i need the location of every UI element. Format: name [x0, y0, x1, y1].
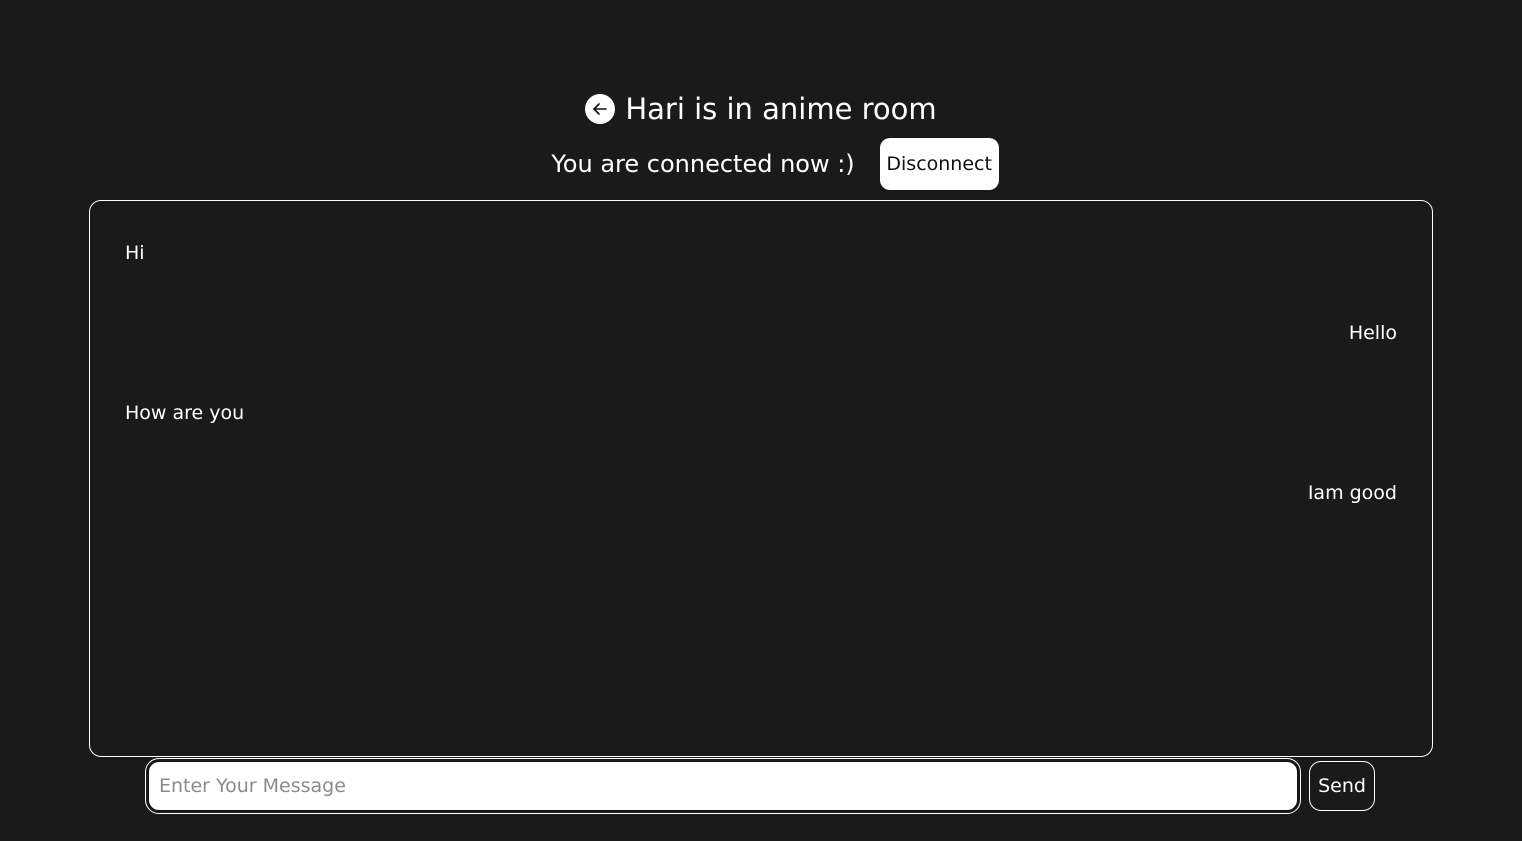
message-composer: Send — [145, 758, 1377, 814]
send-button[interactable]: Send — [1309, 761, 1375, 811]
message-list[interactable]: Hi Hello How are you Iam good — [89, 200, 1433, 757]
message-item: How are you — [125, 402, 245, 424]
message-input[interactable] — [148, 761, 1298, 811]
room-header: Hari is in anime room — [0, 86, 1522, 132]
chat-page: Hari is in anime room You are connected … — [0, 0, 1522, 841]
message-item: Hello — [1348, 322, 1397, 344]
message-item: Iam good — [1307, 482, 1397, 504]
connection-status: You are connected now :) — [551, 150, 855, 178]
back-button[interactable] — [585, 94, 616, 124]
disconnect-button[interactable]: Disconnect — [879, 138, 999, 190]
message-item: Hi — [125, 242, 145, 264]
message-input-wrapper — [145, 758, 1301, 814]
connection-status-row: You are connected now :) Disconnect — [0, 138, 1522, 190]
arrow-left-icon — [593, 103, 608, 115]
room-title: Hari is in anime room — [625, 92, 937, 126]
